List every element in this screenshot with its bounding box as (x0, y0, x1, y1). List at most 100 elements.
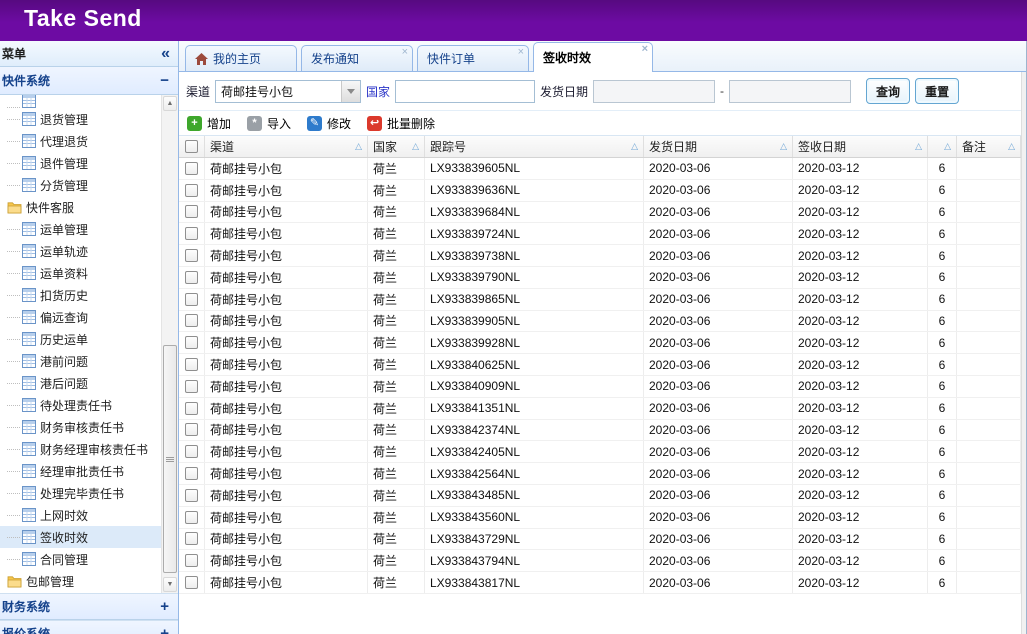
column-header-days[interactable]: △ (928, 136, 957, 157)
sort-icon[interactable]: △ (412, 141, 419, 152)
sidebar-item-7[interactable]: 运单资料 (0, 262, 161, 284)
accordion-section-quotation[interactable]: 报价系统 + (0, 620, 178, 634)
search-button[interactable]: 查询 (866, 78, 910, 104)
accordion-section-express[interactable]: 快件系统 − (0, 67, 178, 95)
date-to-input[interactable] (729, 80, 851, 103)
scroll-thumb[interactable] (163, 345, 177, 573)
row-checkbox[interactable] (185, 532, 198, 545)
sidebar-item-20[interactable]: 合同管理 (0, 548, 161, 570)
tree-item-partial[interactable] (0, 95, 161, 108)
sidebar-item-0[interactable]: 退货管理 (0, 108, 161, 130)
table-row[interactable]: 荷邮挂号小包荷兰LX933842374NL2020-03-062020-03-1… (179, 420, 1026, 442)
sidebar-item-11[interactable]: 港前问题 (0, 350, 161, 372)
row-checkbox[interactable] (185, 445, 198, 458)
table-row[interactable]: 荷邮挂号小包荷兰LX933839865NL2020-03-062020-03-1… (179, 289, 1026, 311)
reset-button[interactable]: 重置 (915, 78, 959, 104)
row-checkbox[interactable] (185, 314, 198, 327)
table-row[interactable]: 荷邮挂号小包荷兰LX933842564NL2020-03-062020-03-1… (179, 463, 1026, 485)
row-checkbox[interactable] (185, 402, 198, 415)
sort-icon[interactable]: △ (1008, 141, 1015, 152)
table-row[interactable]: 荷邮挂号小包荷兰LX933840625NL2020-03-062020-03-1… (179, 354, 1026, 376)
tab-close-icon[interactable]: × (402, 48, 408, 57)
row-checkbox[interactable] (185, 336, 198, 349)
sidebar-item-8[interactable]: 扣货历史 (0, 284, 161, 306)
table-row[interactable]: 荷邮挂号小包荷兰LX933843794NL2020-03-062020-03-1… (179, 550, 1026, 572)
country-input[interactable] (395, 80, 535, 103)
table-row[interactable]: 荷邮挂号小包荷兰LX933843485NL2020-03-062020-03-1… (179, 485, 1026, 507)
table-row[interactable]: 荷邮挂号小包荷兰LX933843729NL2020-03-062020-03-1… (179, 529, 1026, 551)
sidebar-item-14[interactable]: 财务审核责任书 (0, 416, 161, 438)
row-checkbox[interactable] (185, 511, 198, 524)
column-header-remark[interactable]: 备注△ (957, 136, 1021, 157)
sidebar-item-21[interactable]: 包邮管理 (0, 570, 161, 592)
sidebar-item-9[interactable]: 偏远查询 (0, 306, 161, 328)
row-checkbox[interactable] (185, 184, 198, 197)
date-from-input[interactable] (593, 80, 715, 103)
tab-close-icon[interactable]: × (518, 48, 524, 57)
scroll-up-icon[interactable]: ▲ (163, 96, 177, 111)
edit-button[interactable]: ✎修改 (307, 115, 351, 132)
expand-plus-icon[interactable]: + (160, 626, 169, 634)
row-checkbox[interactable] (185, 249, 198, 262)
row-checkbox[interactable] (185, 576, 198, 589)
row-checkbox[interactable] (185, 358, 198, 371)
table-row[interactable]: 荷邮挂号小包荷兰LX933839790NL2020-03-062020-03-1… (179, 267, 1026, 289)
tab-1[interactable]: 发布通知 × (301, 45, 413, 71)
accordion-section-finance[interactable]: 财务系统 + (0, 593, 178, 620)
add-button[interactable]: +增加 (187, 115, 231, 132)
collapse-minus-icon[interactable]: − (160, 73, 169, 88)
table-row[interactable]: 荷邮挂号小包荷兰LX933839905NL2020-03-062020-03-1… (179, 311, 1026, 333)
table-row[interactable]: 荷邮挂号小包荷兰LX933839605NL2020-03-062020-03-1… (179, 158, 1026, 180)
row-checkbox[interactable] (185, 227, 198, 240)
sidebar-item-15[interactable]: 财务经理审核责任书 (0, 438, 161, 460)
column-header-sign_date[interactable]: 签收日期△ (793, 136, 928, 157)
column-header-channel[interactable]: 渠道△ (205, 136, 368, 157)
sort-icon[interactable]: △ (915, 141, 922, 152)
sidebar-item-19[interactable]: 签收时效 (0, 526, 161, 548)
sidebar-item-6[interactable]: 运单轨迹 (0, 240, 161, 262)
sidebar-item-3[interactable]: 分货管理 (0, 174, 161, 196)
row-checkbox[interactable] (185, 423, 198, 436)
row-checkbox[interactable] (185, 162, 198, 175)
sidebar-item-12[interactable]: 港后问题 (0, 372, 161, 394)
tree-scrollbar[interactable]: ▲ ▼ (161, 95, 178, 593)
channel-combobox[interactable]: 荷邮挂号小包 (215, 80, 361, 103)
sort-icon[interactable]: △ (944, 141, 951, 152)
row-checkbox[interactable] (185, 554, 198, 567)
table-row[interactable]: 荷邮挂号小包荷兰LX933839928NL2020-03-062020-03-1… (179, 332, 1026, 354)
scroll-down-icon[interactable]: ▼ (163, 577, 177, 592)
table-row[interactable]: 荷邮挂号小包荷兰LX933841351NL2020-03-062020-03-1… (179, 398, 1026, 420)
sidebar-item-10[interactable]: 历史运单 (0, 328, 161, 350)
tab-2[interactable]: 快件订单 × (417, 45, 529, 71)
sort-icon[interactable]: △ (631, 141, 638, 152)
row-checkbox[interactable] (185, 380, 198, 393)
sidebar-item-13[interactable]: 待处理责任书 (0, 394, 161, 416)
table-row[interactable]: 荷邮挂号小包荷兰LX933839724NL2020-03-062020-03-1… (179, 223, 1026, 245)
row-checkbox[interactable] (185, 467, 198, 480)
row-checkbox[interactable] (185, 489, 198, 502)
tab-close-icon[interactable]: × (642, 45, 648, 54)
tab-3[interactable]: 签收时效 × (533, 42, 653, 72)
expand-plus-icon[interactable]: + (160, 599, 169, 614)
sort-icon[interactable]: △ (355, 141, 362, 152)
sort-icon[interactable]: △ (780, 141, 787, 152)
table-row[interactable]: 荷邮挂号小包荷兰LX933843817NL2020-03-062020-03-1… (179, 572, 1026, 594)
table-row[interactable]: 荷邮挂号小包荷兰LX933843560NL2020-03-062020-03-1… (179, 507, 1026, 529)
row-checkbox[interactable] (185, 293, 198, 306)
table-row[interactable]: 荷邮挂号小包荷兰LX933839636NL2020-03-062020-03-1… (179, 180, 1026, 202)
table-row[interactable]: 荷邮挂号小包荷兰LX933839738NL2020-03-062020-03-1… (179, 245, 1026, 267)
table-row[interactable]: 荷邮挂号小包荷兰LX933842405NL2020-03-062020-03-1… (179, 441, 1026, 463)
sidebar-item-16[interactable]: 经理审批责任书 (0, 460, 161, 482)
table-row[interactable]: 荷邮挂号小包荷兰LX933840909NL2020-03-062020-03-1… (179, 376, 1026, 398)
sidebar-item-2[interactable]: 退件管理 (0, 152, 161, 174)
sidebar-item-5[interactable]: 运单管理 (0, 218, 161, 240)
channel-dropdown-arrow[interactable] (341, 81, 360, 102)
sidebar-item-1[interactable]: 代理退货 (0, 130, 161, 152)
column-header-country[interactable]: 国家△ (368, 136, 425, 157)
column-header-ship_date[interactable]: 发货日期△ (644, 136, 793, 157)
sidebar-item-4[interactable]: 快件客服 (0, 196, 161, 218)
table-row[interactable]: 荷邮挂号小包荷兰LX933839684NL2020-03-062020-03-1… (179, 202, 1026, 224)
import-button[interactable]: *导入 (247, 115, 291, 132)
row-checkbox[interactable] (185, 205, 198, 218)
sidebar-item-17[interactable]: 处理完毕责任书 (0, 482, 161, 504)
